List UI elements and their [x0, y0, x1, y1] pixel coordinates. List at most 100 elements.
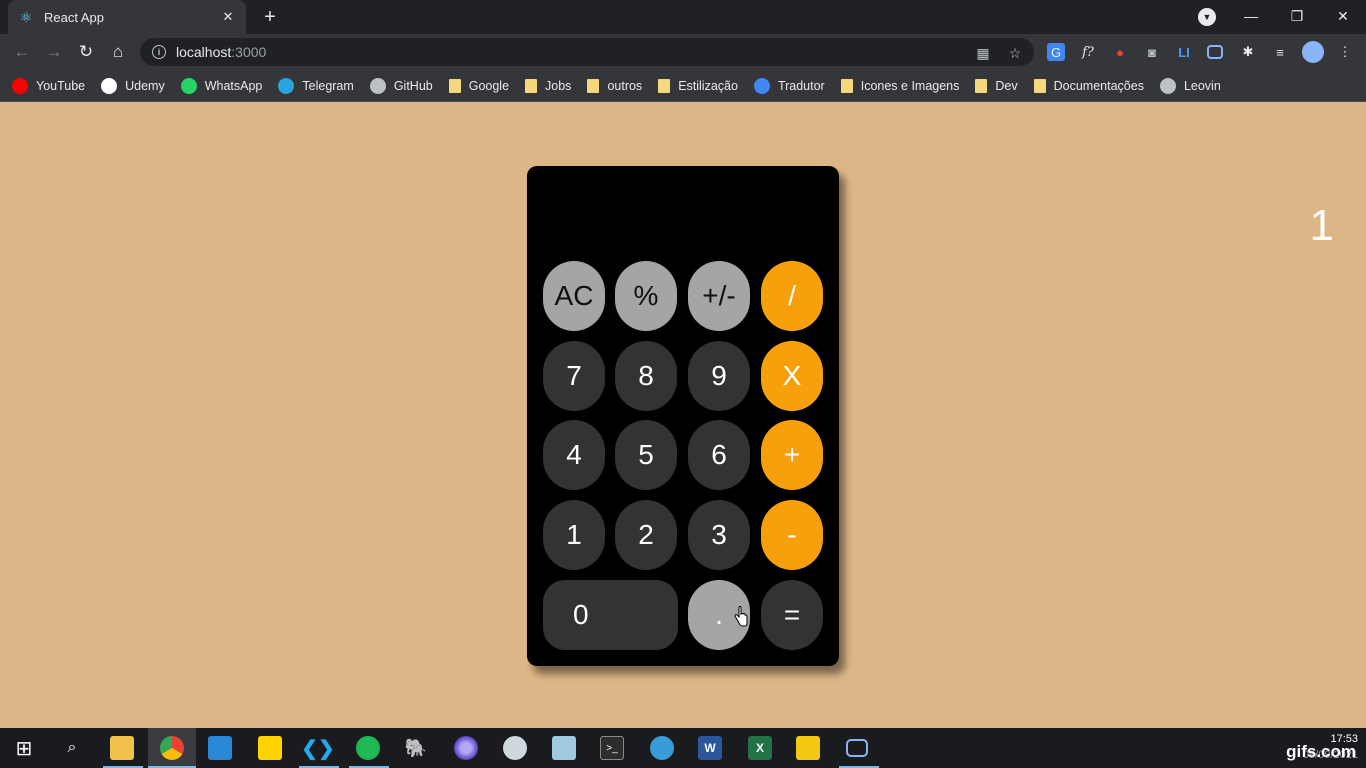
terminal-icon[interactable]: >_	[600, 736, 624, 760]
bookmark-tradutor[interactable]: Tradutor	[753, 73, 825, 99]
bookmark-label: Leovin	[1183, 78, 1221, 93]
sticky-notes-icon[interactable]	[258, 736, 282, 760]
key-toggle-sign[interactable]: +/-	[688, 261, 750, 331]
react-icon: ⚛	[19, 8, 33, 25]
key-4[interactable]: 4	[543, 420, 605, 490]
close-tab-icon[interactable]: ✕	[220, 9, 236, 25]
restore-button[interactable]: ❐	[1274, 0, 1320, 32]
key-3[interactable]: 3	[688, 500, 750, 570]
bookmark-label: outros	[607, 78, 643, 93]
record-ext-icon[interactable]	[1207, 45, 1223, 59]
notepad-icon[interactable]	[552, 736, 576, 760]
folder-icon	[525, 78, 538, 93]
color-picker-ext-icon[interactable]: ●	[1111, 43, 1129, 61]
bookmark-dev[interactable]: Dev	[975, 73, 1018, 99]
bookmark-label: WhatsApp	[204, 78, 263, 93]
linkedin-ext-icon[interactable]: LI	[1175, 43, 1193, 61]
folder-icon	[448, 78, 461, 93]
bookmark-label: YouTube	[36, 78, 86, 93]
gifs-watermark: gifs.com	[1286, 742, 1356, 761]
vscode-icon[interactable]: ❮❯	[301, 736, 335, 760]
reload-icon[interactable]: ↻	[74, 40, 98, 64]
home-icon[interactable]: ⌂	[106, 40, 130, 64]
tab-react-app[interactable]: ⚛ React App ✕	[8, 0, 246, 34]
bookmark-label: Tradutor	[777, 78, 825, 93]
bookmark-label: Icones e Imagens	[860, 78, 960, 93]
folder-icon	[658, 78, 671, 93]
folder-icon	[975, 78, 988, 93]
google-translate-ext-icon[interactable]: G	[1047, 43, 1065, 61]
udemy-icon	[101, 77, 118, 94]
bookmark-label: Google	[468, 78, 510, 93]
bookmark-label: Estilização	[678, 78, 738, 93]
key-2[interactable]: 2	[615, 500, 677, 570]
word-icon[interactable]: W	[698, 736, 722, 760]
bookmark-label: Jobs	[545, 78, 572, 93]
key-1[interactable]: 1	[543, 500, 605, 570]
key-ac[interactable]: AC	[543, 261, 605, 331]
profile-avatar[interactable]	[1302, 41, 1324, 63]
taskbar: ⊞ ⌕ ❮❯ 🐘 >_ W X 17:53 09/09/2021 gifs.co…	[0, 728, 1366, 768]
key-5[interactable]: 5	[615, 420, 677, 490]
insomnia-icon[interactable]	[503, 736, 527, 760]
bookmarks-bar: YouTube Udemy WhatsApp Telegram GitHub Google…	[0, 70, 1366, 102]
bookmark-youtube[interactable]: YouTube	[12, 73, 85, 99]
minimize-button[interactable]: —	[1228, 0, 1274, 32]
bookmark-telegram[interactable]: Telegram	[278, 73, 354, 99]
address-bar[interactable]: i localhost:3000 ▦ ☆	[140, 38, 1034, 66]
postgres-icon[interactable]: 🐘	[404, 736, 428, 760]
key-9[interactable]: 9	[688, 341, 750, 411]
spotify-icon[interactable]	[356, 736, 380, 760]
key-multiply[interactable]: X	[761, 341, 823, 411]
eclipse-icon[interactable]	[454, 736, 478, 760]
bookmark-estiliza-o[interactable]: Estilização	[658, 73, 738, 99]
screenshot-ext-icon[interactable]: ◙	[1143, 43, 1161, 61]
bookmark-udemy[interactable]: Udemy	[101, 73, 165, 99]
key-0[interactable]: 0	[543, 580, 678, 650]
bookmark-label: Documentações	[1053, 78, 1144, 93]
bookmark-leovin[interactable]: Leovin	[1159, 73, 1221, 99]
powerbi-icon[interactable]	[796, 736, 820, 760]
key-plus[interactable]: +	[761, 420, 823, 490]
chrome-icon[interactable]	[160, 736, 184, 760]
control-panel-icon[interactable]	[208, 736, 232, 760]
key-minus[interactable]: -	[761, 500, 823, 570]
back-icon[interactable]: ←	[10, 40, 34, 64]
key-percent[interactable]: %	[615, 261, 677, 331]
bookmark-star-icon[interactable]: ☆	[1006, 44, 1024, 62]
key-7[interactable]: 7	[543, 341, 605, 411]
formula-ext-icon[interactable]: f?	[1079, 43, 1097, 61]
telegram-icon	[278, 77, 295, 94]
key-equals[interactable]: =	[761, 580, 823, 650]
bookmark-google[interactable]: Google	[448, 73, 510, 99]
excel-icon[interactable]: X	[748, 736, 772, 760]
bookmark-outros[interactable]: outros	[587, 73, 642, 99]
bookmark-whatsapp[interactable]: WhatsApp	[180, 73, 263, 99]
tab-search-icon[interactable]: ▼	[1198, 8, 1216, 26]
bookmark-label: GitHub	[393, 78, 433, 93]
bookmark-github[interactable]: GitHub	[369, 73, 433, 99]
leovin-icon	[1159, 77, 1176, 94]
bookmark-documenta-es[interactable]: Documentações	[1033, 73, 1144, 99]
whatsapp-icon	[180, 77, 197, 94]
key-8[interactable]: 8	[615, 341, 677, 411]
key-6[interactable]: 6	[688, 420, 750, 490]
edge-icon[interactable]	[650, 736, 674, 760]
media-queue-icon[interactable]: ≡	[1271, 43, 1289, 61]
bookmark-jobs[interactable]: Jobs	[525, 73, 571, 99]
key-divide[interactable]: /	[761, 261, 823, 331]
github-icon	[369, 77, 386, 94]
site-info-icon[interactable]: i	[152, 45, 166, 59]
extensions-puzzle-icon[interactable]: ✱	[1239, 43, 1257, 61]
browser-menu-icon[interactable]: ⋮	[1336, 43, 1354, 61]
new-tab-button[interactable]: +	[258, 6, 282, 28]
close-window-button[interactable]: ✕	[1320, 0, 1366, 32]
windows-start-icon[interactable]: ⊞	[12, 736, 36, 760]
forward-icon[interactable]: →	[42, 40, 66, 64]
youtube-icon	[12, 77, 28, 94]
screen-recorder-icon[interactable]	[846, 739, 868, 757]
bookmark-icones-e-imagens[interactable]: Icones e Imagens	[840, 73, 960, 99]
file-explorer-icon[interactable]	[110, 736, 134, 760]
search-icon[interactable]: ⌕	[60, 736, 84, 760]
qr-code-icon[interactable]: ▦	[974, 44, 992, 62]
